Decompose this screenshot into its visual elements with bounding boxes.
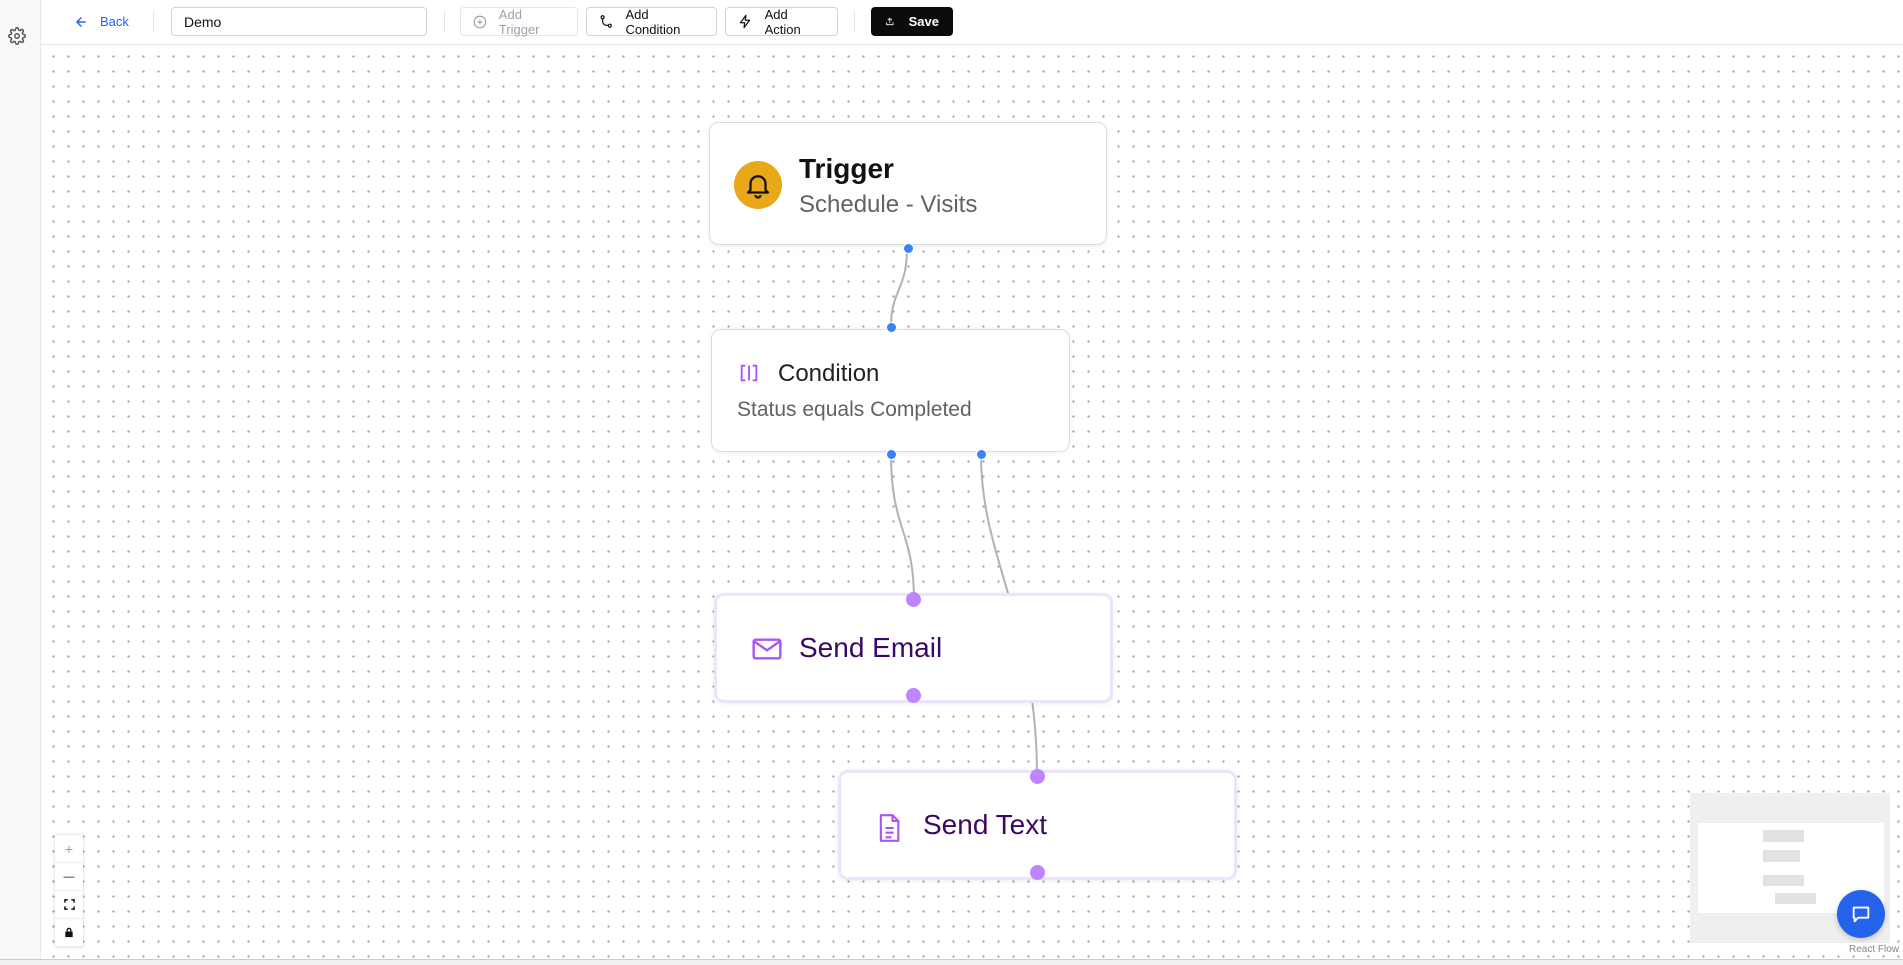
mail-icon bbox=[751, 635, 783, 668]
flow-controls: + — bbox=[55, 835, 83, 947]
toolbar-divider bbox=[153, 10, 154, 32]
back-label: Back bbox=[100, 14, 129, 29]
arrow-left-icon bbox=[75, 16, 86, 27]
plus-icon: + bbox=[64, 840, 74, 857]
send-text-node[interactable]: Send Text bbox=[838, 770, 1237, 880]
fit-view-icon bbox=[63, 899, 75, 910]
add-trigger-label: Add Trigger bbox=[498, 6, 540, 37]
document-icon bbox=[875, 812, 903, 849]
zoom-out-button[interactable]: — bbox=[55, 863, 83, 891]
bell-icon bbox=[734, 161, 782, 209]
condition-subtitle: Status equals Completed bbox=[737, 398, 972, 421]
add-condition-button[interactable]: Add Condition bbox=[586, 6, 717, 37]
minimap-node bbox=[1775, 893, 1816, 904]
left-sidebar bbox=[0, 0, 41, 964]
lock-button[interactable] bbox=[55, 919, 83, 947]
trigger-subtitle: Schedule - Visits bbox=[799, 191, 978, 218]
condition-false-handle[interactable] bbox=[976, 449, 987, 460]
plus-circle-icon bbox=[473, 15, 487, 28]
save-button[interactable]: Save bbox=[871, 7, 953, 36]
zoom-in-button[interactable]: + bbox=[55, 835, 83, 863]
fit-view-button[interactable] bbox=[55, 891, 83, 919]
condition-icon bbox=[738, 362, 760, 389]
minimap-node bbox=[1763, 830, 1804, 842]
workflow-name-input[interactable] bbox=[171, 7, 427, 36]
condition-input-handle[interactable] bbox=[886, 322, 897, 333]
trigger-title: Trigger bbox=[799, 153, 894, 184]
trigger-output-handle[interactable] bbox=[903, 243, 914, 254]
send-text-title: Send Text bbox=[923, 809, 1048, 840]
toolbar-divider bbox=[854, 10, 855, 32]
chat-button[interactable] bbox=[1837, 890, 1885, 938]
send-text-output-handle[interactable] bbox=[1030, 865, 1045, 880]
add-trigger-button[interactable]: Add Trigger bbox=[460, 6, 578, 37]
minimap-node bbox=[1763, 875, 1804, 886]
minus-icon: — bbox=[63, 870, 75, 883]
condition-node[interactable]: Condition Status equals Completed bbox=[711, 329, 1070, 452]
toolbar: Back Add Trigger Add Condition Add Actio… bbox=[41, 0, 1903, 45]
send-text-input-handle[interactable] bbox=[1030, 769, 1045, 784]
upload-icon bbox=[886, 17, 894, 26]
send-email-node[interactable]: Send Email bbox=[714, 593, 1113, 703]
minimap-node bbox=[1763, 850, 1800, 862]
add-condition-label: Add Condition bbox=[625, 6, 681, 37]
trigger-node[interactable]: Trigger Schedule - Visits bbox=[709, 122, 1107, 245]
settings-gear-icon[interactable] bbox=[8, 27, 28, 47]
condition-true-handle[interactable] bbox=[886, 449, 897, 460]
bottom-bar bbox=[0, 959, 1903, 965]
lock-icon bbox=[65, 927, 73, 938]
save-label: Save bbox=[908, 14, 939, 29]
send-email-input-handle[interactable] bbox=[906, 592, 921, 607]
add-action-button[interactable]: Add Action bbox=[725, 6, 838, 37]
send-email-output-handle[interactable] bbox=[906, 688, 921, 703]
toolbar-divider bbox=[444, 10, 445, 32]
condition-title: Condition bbox=[778, 360, 880, 387]
back-button[interactable]: Back bbox=[66, 7, 166, 36]
chat-icon bbox=[1852, 906, 1870, 923]
react-flow-attribution[interactable]: React Flow bbox=[1849, 944, 1899, 955]
send-email-title: Send Email bbox=[799, 632, 943, 663]
branch-icon bbox=[600, 15, 612, 28]
lightning-icon bbox=[739, 14, 751, 29]
add-action-label: Add Action bbox=[764, 6, 801, 37]
